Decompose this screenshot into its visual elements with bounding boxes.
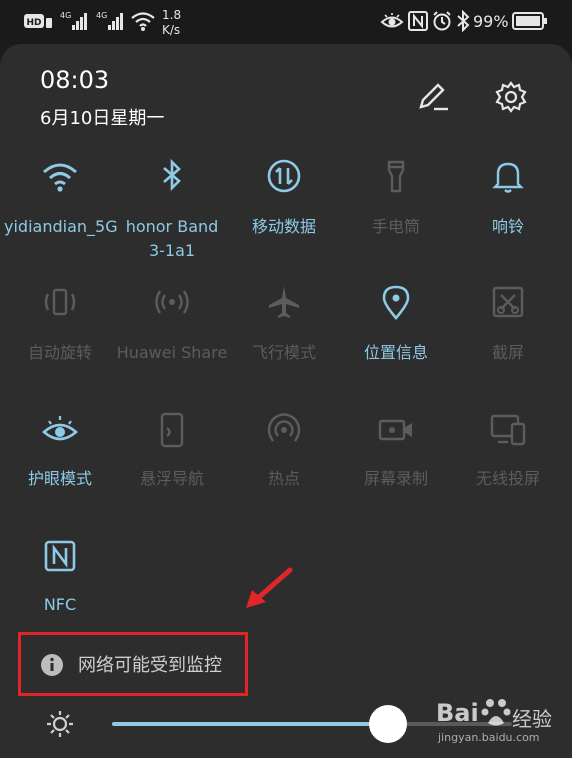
airplane-icon [269, 286, 299, 318]
tile-label: 移动数据 [251, 217, 316, 236]
tile-location[interactable]: 位置信息 [340, 276, 452, 386]
watermark-brand-suffix: 经验 [512, 707, 552, 731]
tile-hotspot[interactable]: 热点 [228, 404, 340, 514]
baidu-jingyan-watermark: Bai 经验 jingyan.baidu.com [436, 695, 566, 755]
tile-label: 飞行模式 [251, 343, 316, 362]
rotate-icon [44, 288, 76, 316]
info-icon [41, 654, 63, 676]
paw-icon [481, 699, 511, 726]
signal-4g-icon: 4G [96, 11, 123, 30]
svg-text:HD: HD [26, 18, 41, 28]
date-label: 6月10日星期一 [40, 108, 165, 129]
tile-floating-nav[interactable]: 悬浮导航 [116, 404, 228, 514]
tile-label: 护眼模式 [27, 469, 92, 488]
tile-flashlight[interactable]: 手电筒 [340, 150, 452, 270]
tile-label: 无线投屏 [475, 469, 540, 488]
svg-text:4G: 4G [60, 11, 71, 20]
brightness-slider-thumb[interactable] [369, 705, 407, 743]
tile-label: 手电筒 [371, 217, 420, 236]
tile-label: yidiandian_5G [4, 217, 118, 236]
tile-wifi[interactable]: yidiandian_5G [4, 150, 118, 270]
tile-label: 位置信息 [363, 343, 428, 362]
tile-label: 响铃 [491, 217, 524, 236]
tile-screenshot[interactable]: 截屏 [452, 276, 564, 386]
tile-screen-record[interactable]: 屏幕录制 [340, 404, 452, 514]
tile-eye-comfort[interactable]: 护眼模式 [4, 404, 116, 514]
svg-text:4G: 4G [96, 11, 107, 20]
tile-label: NFC [43, 595, 77, 614]
edit-icon[interactable] [416, 80, 450, 114]
nfc-icon [44, 540, 76, 572]
tile-bluetooth[interactable]: honor Band 3-1a1 [116, 150, 228, 270]
screenshot-icon [492, 286, 524, 318]
tile-huawei-share[interactable]: Huawei Share [116, 276, 228, 386]
brightness-icon [47, 711, 73, 737]
eye-icon [42, 416, 78, 441]
tile-auto-rotate[interactable]: 自动旋转 [4, 276, 116, 386]
alarm-icon [433, 11, 451, 31]
tile-ring[interactable]: 响铃 [452, 150, 564, 270]
flashlight-icon [387, 160, 405, 193]
bluetooth-icon [163, 158, 181, 192]
tile-mobile-data[interactable]: 移动数据 [228, 150, 340, 270]
tile-label: Huawei Share [116, 343, 228, 362]
status-bar: HD 4G 4G 1.8 K/s 99% [0, 0, 572, 44]
share-icon [155, 290, 189, 314]
tile-label: 悬浮导航 [139, 469, 204, 488]
wifi-icon [131, 12, 155, 31]
watermark-url: jingyan.baidu.com [438, 731, 540, 744]
tile-airplane[interactable]: 飞行模式 [228, 276, 340, 386]
screen-record-icon [378, 419, 412, 441]
mobile-data-icon [267, 159, 301, 193]
signal-4g-icon: 4G [60, 11, 87, 30]
gear-icon[interactable] [494, 80, 528, 114]
tile-label: 截屏 [491, 343, 524, 362]
tile-wireless-projection[interactable]: 无线投屏 [452, 404, 564, 514]
network-speed-value: 1.8 [162, 8, 182, 22]
tile-label: 自动旋转 [27, 343, 92, 362]
network-monitor-notice[interactable]: 网络可能受到监控 [78, 651, 222, 677]
hd-icon: HD [24, 14, 52, 28]
brightness-slider-fill [112, 722, 388, 726]
tile-label: 屏幕录制 [363, 469, 428, 488]
tile-label: 热点 [267, 469, 300, 488]
annotation-arrow [246, 567, 293, 608]
projection-icon [490, 414, 526, 446]
hotspot-icon [267, 413, 301, 442]
floating-nav-icon [160, 412, 184, 448]
tile-label: honor Band [125, 217, 219, 236]
nfc-icon [408, 11, 428, 31]
location-icon [382, 285, 410, 320]
bell-icon [492, 162, 524, 193]
watermark-brand: Bai [436, 699, 479, 727]
wifi-icon [43, 163, 77, 192]
tile-nfc[interactable]: NFC [4, 530, 116, 620]
bluetooth-icon [457, 10, 470, 32]
eye-icon [380, 13, 404, 28]
battery-percent: 99% [473, 12, 509, 31]
clock-time: 08:03 [40, 66, 110, 94]
battery-icon [512, 12, 547, 30]
network-speed-unit: K/s [162, 23, 181, 37]
tile-label-line2: 3-1a1 [148, 241, 196, 260]
